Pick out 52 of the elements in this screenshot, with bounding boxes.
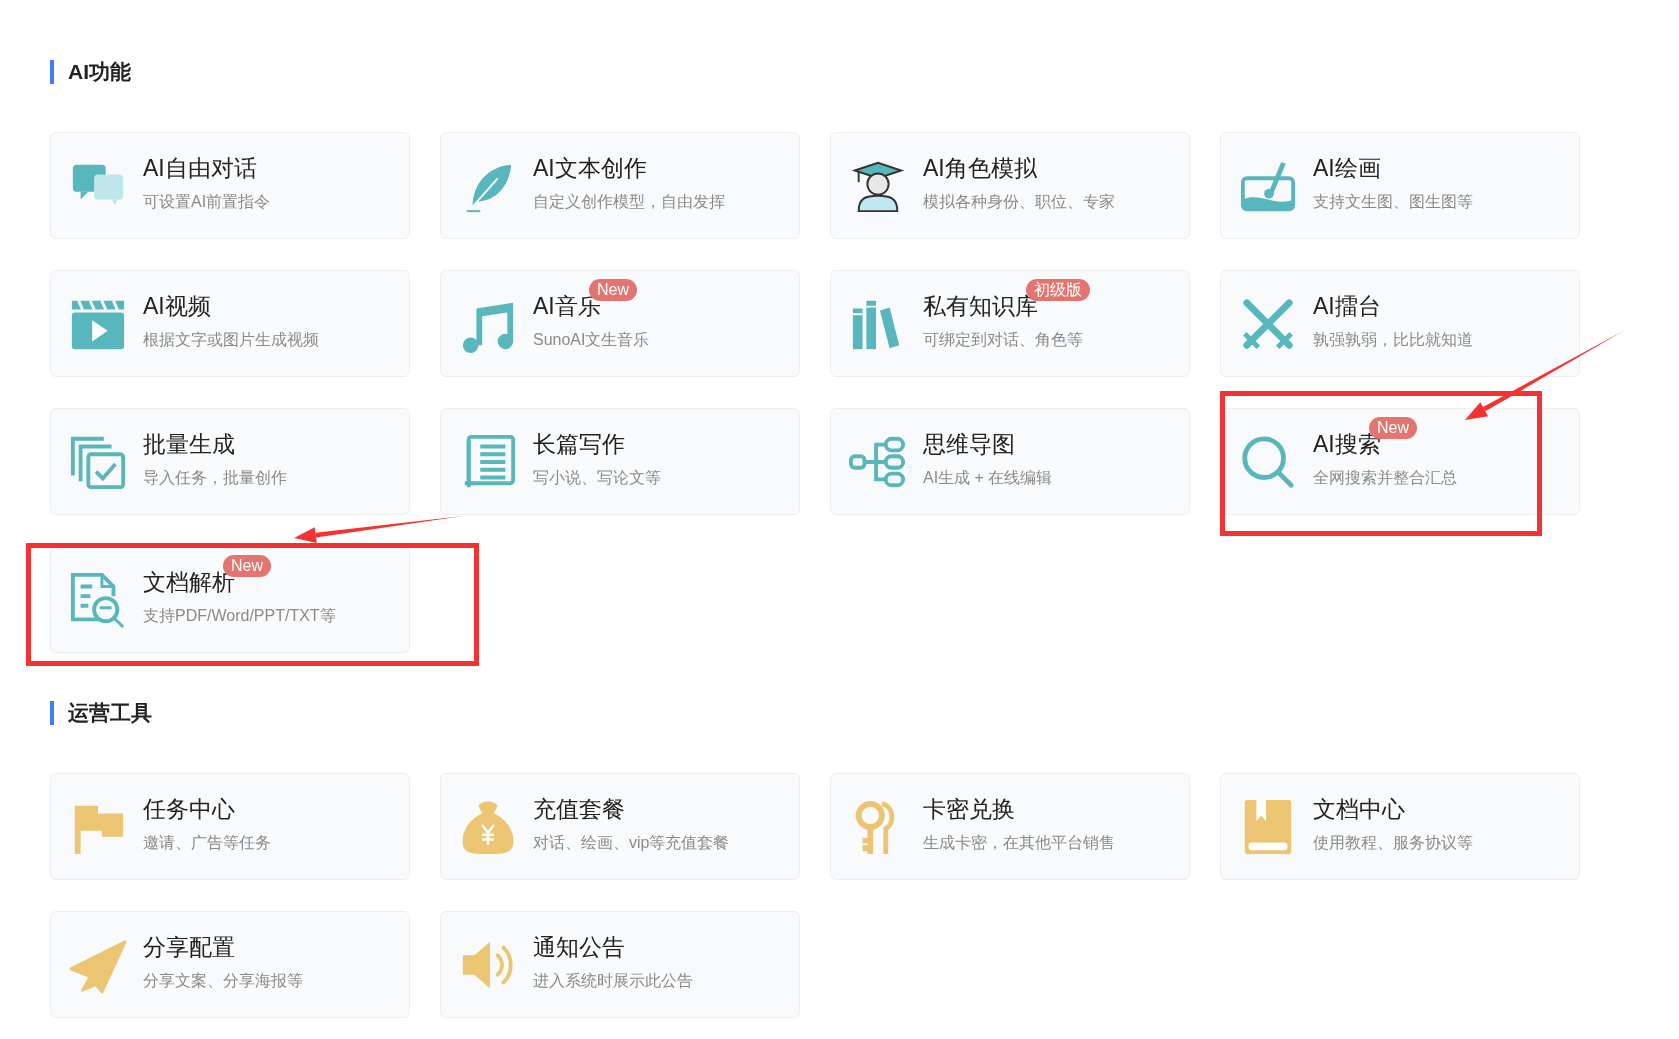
feature-card[interactable]: AI擂台 孰强孰弱，比比就知道 [1220, 270, 1580, 377]
card-title: 批量生成 [143, 430, 235, 459]
card-description: 自定义创作模型，自由发挥 [533, 192, 725, 212]
card-description: 孰强孰弱，比比就知道 [1313, 330, 1473, 350]
card-description: 模拟各种身份、职位、专家 [923, 192, 1115, 212]
section-heading: AI功能 [50, 60, 1679, 84]
feature-card[interactable]: 思维导图 AI生成 + 在线编辑 [830, 408, 1190, 515]
card-description: 写小说、写论文等 [533, 468, 661, 488]
card-title: 思维导图 [923, 430, 1015, 459]
feature-card[interactable]: 充值套餐 对话、绘画、vip等充值套餐 [440, 773, 800, 880]
card-description: SunoAI文生音乐 [533, 330, 650, 350]
card-description: 生成卡密，在其他平台销售 [923, 833, 1115, 853]
section-heading: 运营工具 [50, 701, 1679, 725]
feature-card[interactable]: AI角色模拟 模拟各种身份、职位、专家 [830, 132, 1190, 239]
card-description: 对话、绘画、vip等充值套餐 [533, 833, 730, 853]
card-title: 通知公告 [533, 933, 625, 962]
card-description: 根据文字或图片生成视频 [143, 330, 319, 350]
card-description: AI生成 + 在线编辑 [923, 468, 1053, 488]
card-description: 分享文案、分享海报等 [143, 971, 303, 991]
feature-card[interactable]: AI自由对话 可设置AI前置指令 [50, 132, 410, 239]
card-description: 全网搜索并整合汇总 [1313, 468, 1457, 488]
feature-card[interactable]: 批量生成 导入任务，批量创作 [50, 408, 410, 515]
card-title: 充值套餐 [533, 795, 625, 824]
card-title: AI自由对话 [143, 154, 257, 183]
card-title: AI擂台 [1313, 292, 1381, 321]
feature-card[interactable]: 文档中心 使用教程、服务协议等 [1220, 773, 1580, 880]
card-description: 可设置AI前置指令 [143, 192, 271, 212]
feature-card[interactable]: 任务中心 邀请、广告等任务 [50, 773, 410, 880]
card-title: 文档中心 [1313, 795, 1405, 824]
card-description: 邀请、广告等任务 [143, 833, 271, 853]
card-description: 进入系统时展示此公告 [533, 971, 693, 991]
card-title: 长篇写作 [533, 430, 625, 459]
card-description: 支持文生图、图生图等 [1313, 192, 1473, 212]
card-description: 可绑定到对话、角色等 [923, 330, 1083, 350]
feature-card[interactable]: AI视频 根据文字或图片生成视频 [50, 270, 410, 377]
card-title: 分享配置 [143, 933, 235, 962]
feature-card[interactable]: AI文本创作 自定义创作模型，自由发挥 [440, 132, 800, 239]
feature-card[interactable]: 长篇写作 写小说、写论文等 [440, 408, 800, 515]
feature-card[interactable]: 卡密兑换 生成卡密，在其他平台销售 [830, 773, 1190, 880]
card-title: AI文本创作 [533, 154, 647, 183]
card-description: 使用教程、服务协议等 [1313, 833, 1473, 853]
feature-card[interactable]: 通知公告 进入系统时展示此公告 [440, 911, 800, 1018]
card-title: AI视频 [143, 292, 211, 321]
card-title: AI绘画 [1313, 154, 1381, 183]
card-description: 导入任务，批量创作 [143, 468, 287, 488]
feature-card[interactable]: AI绘画 支持文生图、图生图等 [1220, 132, 1580, 239]
card-title: 卡密兑换 [923, 795, 1015, 824]
feature-card[interactable]: 分享配置 分享文案、分享海报等 [50, 911, 410, 1018]
card-title: AI角色模拟 [923, 154, 1037, 183]
card-title: 任务中心 [143, 795, 235, 824]
card-description: 支持PDF/Word/PPT/TXT等 [143, 606, 336, 626]
document-search-icon [69, 570, 127, 629]
